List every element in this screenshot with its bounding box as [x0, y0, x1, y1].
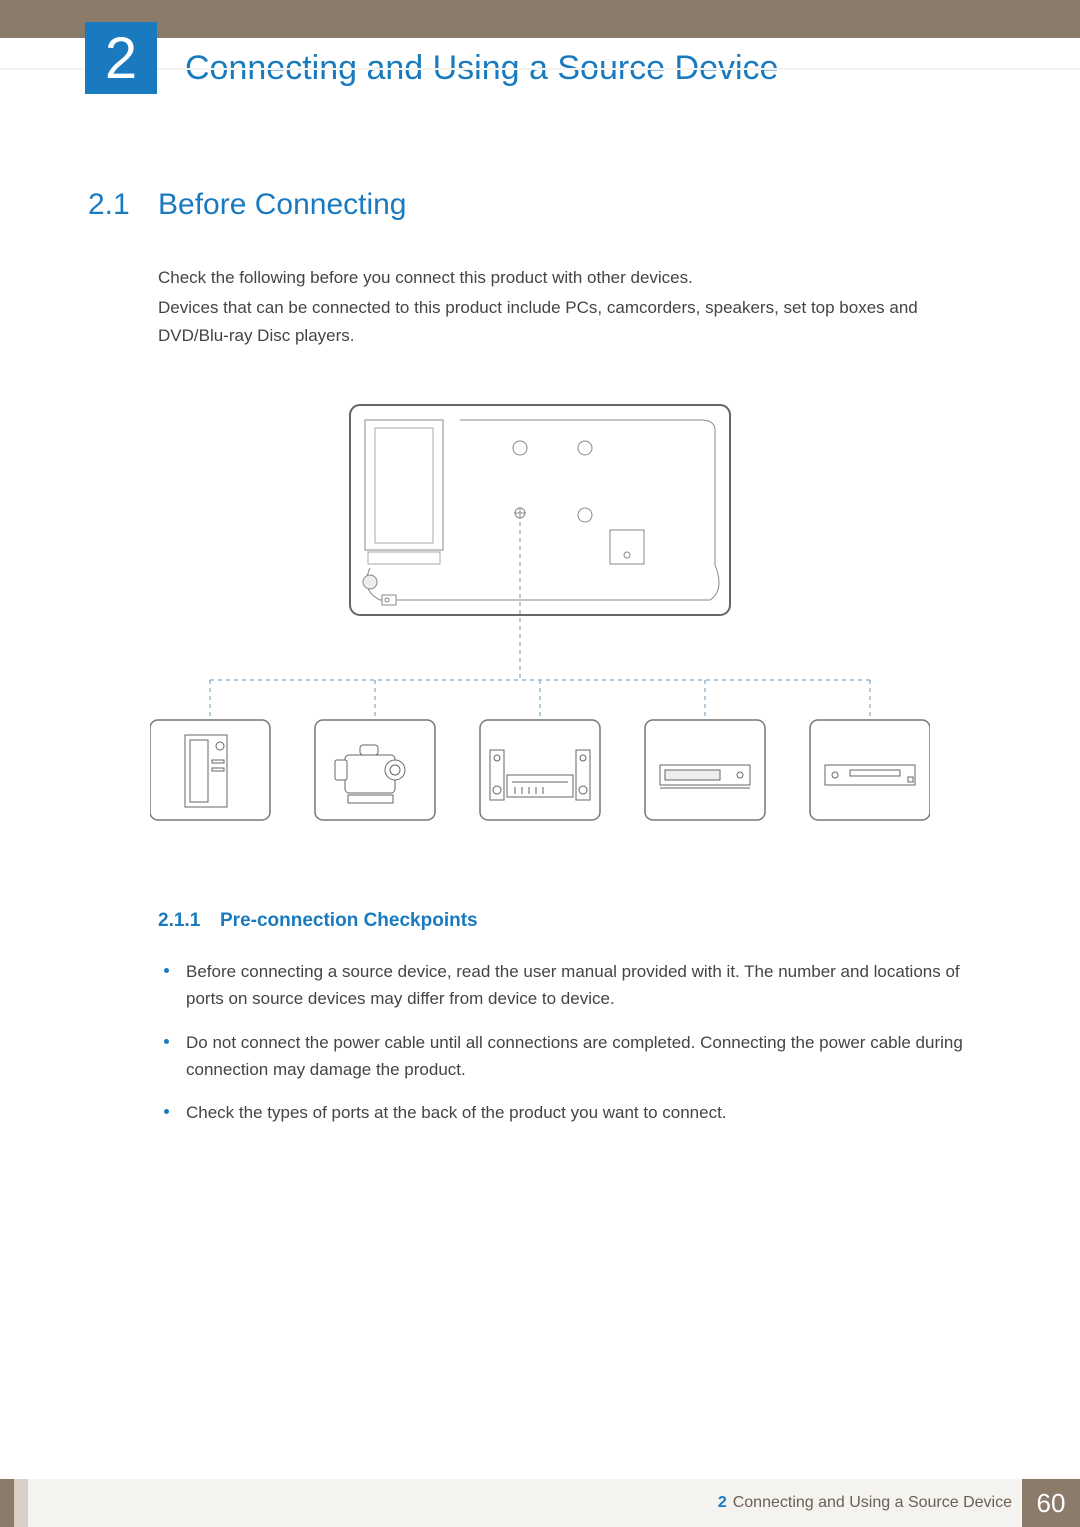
footer-spacer: [28, 1479, 718, 1527]
top-brown-bar: [0, 0, 1080, 38]
subsection-heading: 2.1.1 Pre-connection Checkpoints: [158, 910, 992, 932]
section-title: Before Connecting: [158, 188, 407, 222]
checkpoint-list: Before connecting a source device, read …: [158, 958, 992, 1126]
section-intro: Check the following before you connect t…: [158, 264, 992, 350]
header-rule: [0, 68, 1080, 70]
list-item: Check the types of ports at the back of …: [158, 1099, 992, 1126]
footer-chapter-number: 2: [718, 1494, 727, 1512]
subsection-title: Pre-connection Checkpoints: [220, 910, 478, 932]
footer-stripe-dark: [0, 1479, 14, 1527]
pc-tower-icon: [185, 735, 227, 807]
page-content: 2.1 Before Connecting Check the followin…: [0, 98, 1080, 1126]
intro-paragraph-1: Check the following before you connect t…: [158, 264, 992, 292]
section-heading: 2.1 Before Connecting: [88, 188, 992, 222]
monitor-back-panel-icon: [350, 405, 730, 615]
footer-chapter-title: Connecting and Using a Source Device: [733, 1494, 1012, 1512]
footer-stripe-light: [14, 1479, 28, 1527]
connection-diagram: [150, 400, 930, 850]
chapter-header: 2 Connecting and Using a Source Device: [0, 38, 1080, 98]
section-number: 2.1: [88, 188, 158, 222]
set-top-box-icon: [660, 765, 750, 788]
chapter-number-badge: 2: [85, 22, 157, 94]
page-footer: 2 Connecting and Using a Source Device 6…: [0, 1479, 1080, 1527]
intro-paragraph-2: Devices that can be connected to this pr…: [158, 294, 992, 350]
subsection-number: 2.1.1: [158, 910, 220, 932]
dvd-player-icon: [825, 765, 915, 785]
list-item: Before connecting a source device, read …: [158, 958, 992, 1012]
footer-chapter-label: 2 Connecting and Using a Source Device: [718, 1479, 1022, 1527]
list-item: Do not connect the power cable until all…: [158, 1029, 992, 1083]
footer-page-number: 60: [1022, 1479, 1080, 1527]
